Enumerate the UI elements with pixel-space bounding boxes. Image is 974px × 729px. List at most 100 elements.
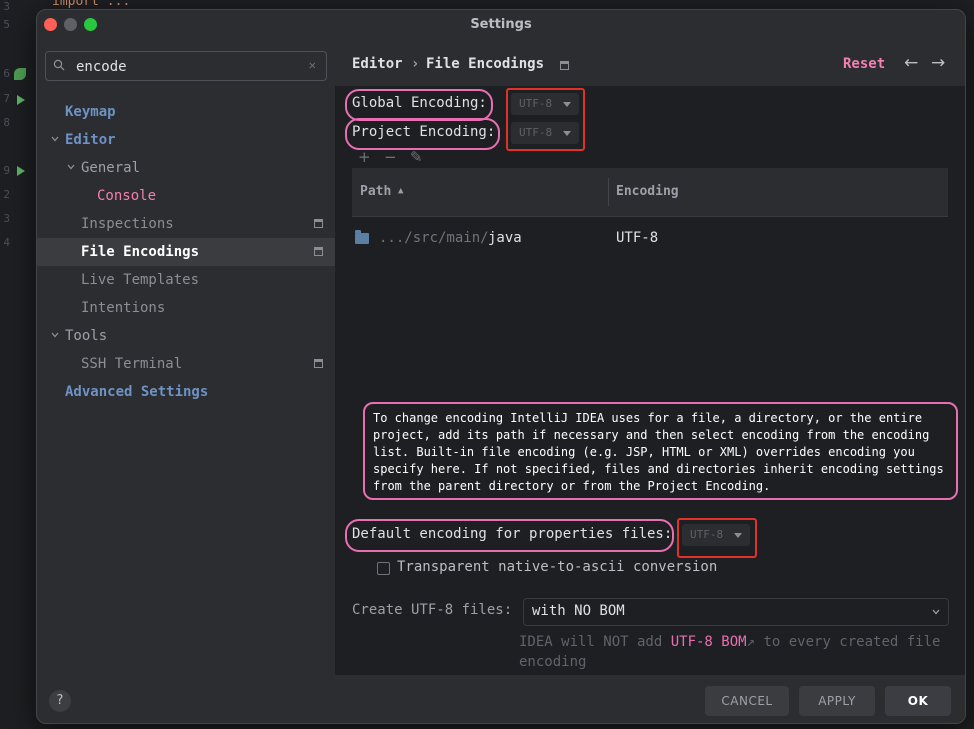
- project-level-icon: [314, 219, 323, 228]
- line-number: 8: [3, 116, 10, 129]
- sidebar-item-ssh-terminal[interactable]: SSH Terminal: [37, 350, 335, 378]
- help-button[interactable]: ?: [49, 690, 71, 712]
- add-path-button[interactable]: +: [358, 148, 371, 166]
- sidebar-item-label: Editor: [65, 132, 116, 148]
- sidebar-item-file-encodings[interactable]: File Encodings: [37, 238, 335, 266]
- clear-search-icon[interactable]: ✕: [309, 58, 316, 72]
- line-number: 4: [3, 236, 10, 249]
- global-encoding-select[interactable]: UTF-8: [511, 93, 579, 115]
- global-encoding-label: Global Encoding:: [352, 95, 487, 111]
- path-prefix: .../src/main/: [379, 230, 489, 246]
- dialog-title: Settings: [470, 17, 532, 32]
- project-level-icon: [314, 359, 323, 368]
- column-header-encoding[interactable]: Encoding: [616, 184, 679, 199]
- remove-path-button[interactable]: −: [384, 148, 397, 166]
- table-row[interactable]: .../src/main/ java UTF-8: [352, 228, 948, 252]
- column-divider[interactable]: [608, 178, 609, 206]
- sidebar-item-live-templates[interactable]: Live Templates: [37, 266, 335, 294]
- encoding-info-box: To change encoding IntelliJ IDEA uses fo…: [363, 402, 958, 500]
- properties-encoding-select[interactable]: UTF-8: [682, 524, 750, 546]
- cancel-button[interactable]: CANCEL: [705, 686, 789, 716]
- run-gutter-icon[interactable]: [17, 166, 25, 176]
- properties-encoding-label: Default encoding for properties files:: [352, 526, 673, 542]
- line-number: 2: [3, 188, 10, 201]
- sidebar-item-label: File Encodings: [81, 244, 200, 260]
- sidebar-item-keymap[interactable]: Keymap: [37, 98, 335, 126]
- project-level-icon: [560, 61, 569, 70]
- back-arrow-icon[interactable]: ←: [904, 53, 918, 73]
- sidebar-item-label: SSH Terminal: [81, 356, 183, 372]
- forward-arrow-icon[interactable]: →: [931, 53, 945, 73]
- settings-sidebar: ✕ Keymap Editor General Console Inspecti…: [37, 40, 335, 675]
- info-line: from the parent directory or from the Pr…: [373, 479, 771, 493]
- folder-icon: [355, 230, 369, 244]
- breadcrumb-parent[interactable]: Editor: [352, 56, 403, 72]
- settings-search[interactable]: ✕: [45, 51, 327, 81]
- sidebar-item-editor[interactable]: Editor: [37, 126, 335, 154]
- sidebar-item-inspections[interactable]: Inspections: [37, 210, 335, 238]
- chevron-down-icon[interactable]: [51, 331, 59, 339]
- search-icon: [53, 59, 65, 71]
- dialog-titlebar: Settings: [37, 10, 965, 40]
- spring-leaf-icon: [14, 68, 26, 80]
- line-number: 3: [3, 0, 10, 13]
- chevron-down-icon: [932, 609, 940, 615]
- line-number: 3: [3, 212, 10, 225]
- chevron-down-icon[interactable]: [67, 163, 75, 171]
- info-line: specify here. If not specified, files an…: [373, 462, 944, 476]
- edit-path-button[interactable]: ✎: [410, 148, 423, 166]
- sidebar-item-label: Console: [97, 188, 157, 204]
- line-number: 5: [3, 18, 10, 31]
- create-utf8-label: Create UTF-8 files:: [352, 602, 513, 618]
- native-to-ascii-label[interactable]: Transparent native-to-ascii conversion: [397, 559, 717, 575]
- dialog-footer: CANCEL APPLY OK: [335, 675, 965, 723]
- search-input[interactable]: [76, 58, 296, 76]
- project-encoding-label: Project Encoding:: [352, 124, 496, 140]
- sidebar-item-label: Live Templates: [81, 272, 200, 288]
- breadcrumb-separator: ›: [411, 56, 420, 72]
- ok-button[interactable]: OK: [885, 686, 951, 716]
- sidebar-item-advanced-settings[interactable]: Advanced Settings: [37, 378, 335, 406]
- hint-text: IDEA will NOT add: [519, 634, 671, 650]
- reset-button[interactable]: Reset: [843, 56, 885, 72]
- hint-text: to every created file: [755, 634, 941, 650]
- table-header: Path ▲ Encoding: [352, 168, 948, 217]
- project-encoding-value: UTF-8: [519, 126, 553, 139]
- sidebar-item-tools[interactable]: Tools: [37, 322, 335, 350]
- bom-select[interactable]: with NO BOM: [523, 598, 949, 626]
- project-encoding-select[interactable]: UTF-8: [511, 122, 579, 144]
- column-header-path[interactable]: Path: [360, 184, 391, 199]
- caret-down-icon: [734, 533, 742, 538]
- path-encoding-table: Path ▲ Encoding .../src/main/ java UTF-8: [352, 168, 948, 388]
- sidebar-item-label: Keymap: [65, 104, 116, 120]
- settings-dialog: Settings ✕ Keymap Editor General Console…: [36, 9, 966, 724]
- properties-encoding-value: UTF-8: [690, 528, 724, 541]
- global-encoding-value: UTF-8: [519, 97, 553, 110]
- row-encoding[interactable]: UTF-8: [616, 230, 658, 246]
- sidebar-item-console[interactable]: Console: [37, 182, 335, 210]
- bom-select-value: with NO BOM: [532, 603, 625, 619]
- sidebar-item-label: Intentions: [81, 300, 166, 316]
- sort-ascending-icon: ▲: [398, 186, 404, 196]
- caret-down-icon: [563, 102, 571, 107]
- settings-content: Editor › File Encodings Reset ← → Global…: [335, 40, 965, 675]
- utf8-bom-link[interactable]: UTF-8 BOM: [671, 634, 747, 650]
- chevron-down-icon[interactable]: [51, 135, 59, 143]
- sidebar-item-label: Inspections: [81, 216, 174, 232]
- line-number: 6: [3, 67, 10, 80]
- editor-gutter: 3 5 6 7 8 9 2 3 4: [0, 0, 36, 729]
- sidebar-item-label: Advanced Settings: [65, 384, 209, 400]
- native-to-ascii-checkbox[interactable]: [377, 562, 390, 575]
- sidebar-item-label: General: [81, 160, 141, 176]
- sidebar-item-intentions[interactable]: Intentions: [37, 294, 335, 322]
- sidebar-item-general[interactable]: General: [37, 154, 335, 182]
- line-number: 9: [3, 164, 10, 177]
- line-number: 7: [3, 92, 10, 105]
- breadcrumb-current: File Encodings: [426, 56, 545, 72]
- sidebar-item-label: Tools: [65, 328, 108, 344]
- apply-button[interactable]: APPLY: [799, 686, 875, 716]
- run-gutter-icon[interactable]: [17, 95, 25, 105]
- info-line: list. Built-in file encoding (e.g. JSP, …: [373, 445, 915, 459]
- bom-hint: IDEA will NOT add UTF-8 BOM↗ to every cr…: [519, 632, 959, 672]
- content-header: Editor › File Encodings Reset ← →: [335, 40, 965, 86]
